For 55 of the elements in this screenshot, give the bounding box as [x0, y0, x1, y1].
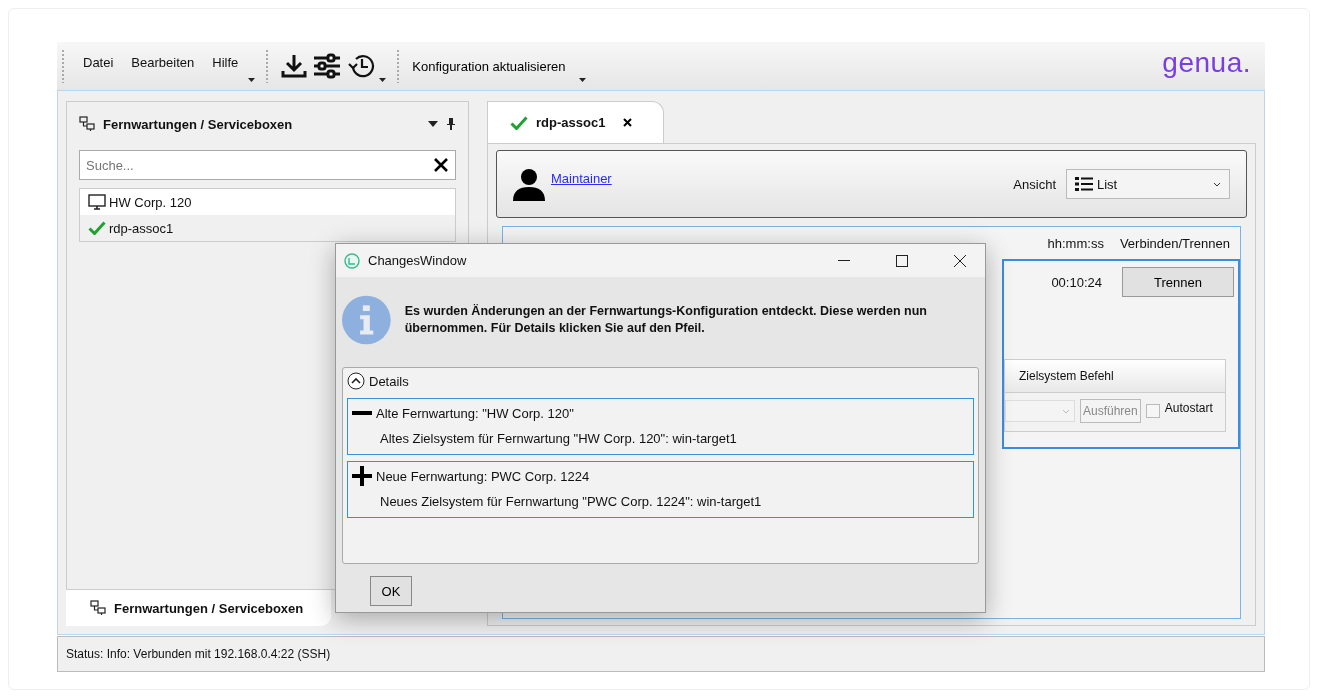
column-header: hh:mm:ss	[1047, 235, 1104, 251]
close-icon[interactable]	[434, 158, 448, 172]
menu-item[interactable]: Datei	[75, 54, 122, 70]
list-item[interactable]: HW Corp. 120	[80, 189, 455, 215]
panel-tab[interactable]: Fernwartungen / Serviceboxen	[66, 590, 331, 626]
sliders-icon[interactable]	[313, 53, 342, 79]
close-icon[interactable]	[623, 118, 633, 127]
details-label: Details	[369, 373, 409, 389]
plus-icon	[352, 466, 372, 486]
collapse-icon[interactable]	[347, 372, 365, 390]
history-icon[interactable]	[347, 53, 376, 79]
pin-icon[interactable]	[446, 118, 456, 130]
update-configuration-button[interactable]: Konfiguration aktualisieren	[410, 58, 578, 74]
duration-text: 00:10:24	[1051, 274, 1102, 290]
autostart-checkbox[interactable]	[1145, 404, 1160, 418]
user-icon	[513, 167, 545, 201]
view-label: Ansicht	[1013, 176, 1056, 192]
dropdown-caret-icon[interactable]	[248, 78, 256, 82]
dialog-title: ChangesWindow	[368, 253, 468, 268]
network-icon	[79, 116, 95, 132]
minus-icon	[352, 411, 372, 415]
session-tab[interactable]: rdp-assoc1	[487, 101, 664, 143]
status-bar: Status: Info: Verbunden mit 192.168.0.4:22 (SSH)	[57, 636, 1265, 672]
checkbox-label: Autostart	[1164, 401, 1213, 415]
menu-item[interactable]: Hilfe	[204, 54, 247, 70]
dropdown-caret-icon[interactable]	[428, 121, 438, 127]
view-dropdown[interactable]: List	[1066, 169, 1230, 199]
chevron-down-icon	[1213, 181, 1221, 187]
list-icon	[1075, 176, 1093, 192]
network-icon	[90, 600, 106, 616]
search-field[interactable]: Suche...	[79, 150, 456, 180]
logo: genua.	[1162, 47, 1251, 79]
dialog-message: Es wurden Änderungen an der Fernwartungs-Konfiguration entdeckt. Diese werden nun übernommen. Für Details klicken Sie auf den Pfeil.	[404, 303, 928, 337]
disconnect-button[interactable]: Trennen	[1122, 267, 1234, 297]
app-icon	[344, 252, 360, 269]
download-icon[interactable]	[281, 53, 308, 79]
change-detail: Altes Zielsystem für Fernwartung "HW Corp. 120": win-target1	[380, 431, 737, 446]
column-header: Zielsystem Befehl	[1019, 369, 1114, 383]
check-icon	[510, 115, 528, 130]
list-item[interactable]: rdp-assoc1	[80, 215, 455, 241]
user-link[interactable]: Maintainer	[551, 171, 612, 186]
dropdown-caret-icon[interactable]	[579, 78, 587, 82]
ok-button[interactable]: OK	[370, 576, 412, 606]
close-icon[interactable]	[954, 254, 966, 267]
check-icon	[88, 221, 106, 235]
column-header: Verbinden/Trennen	[1119, 235, 1230, 251]
panel-title: Fernwartungen / Serviceboxen	[103, 116, 294, 132]
change-title: Alte Fernwartung: "HW Corp. 120"	[376, 405, 574, 421]
dropdown-caret-icon[interactable]	[379, 78, 387, 82]
change-detail: Neues Zielsystem für Fernwartung "PWC Corp. 1224": win-target1	[380, 494, 762, 509]
menu-item[interactable]: Bearbeiten	[123, 54, 203, 70]
chevron-down-icon	[1062, 408, 1070, 414]
change-title: Neue Fernwartung: PWC Corp. 1224	[376, 468, 590, 484]
monitor-icon	[88, 194, 106, 210]
maximize-icon[interactable]	[896, 254, 908, 267]
